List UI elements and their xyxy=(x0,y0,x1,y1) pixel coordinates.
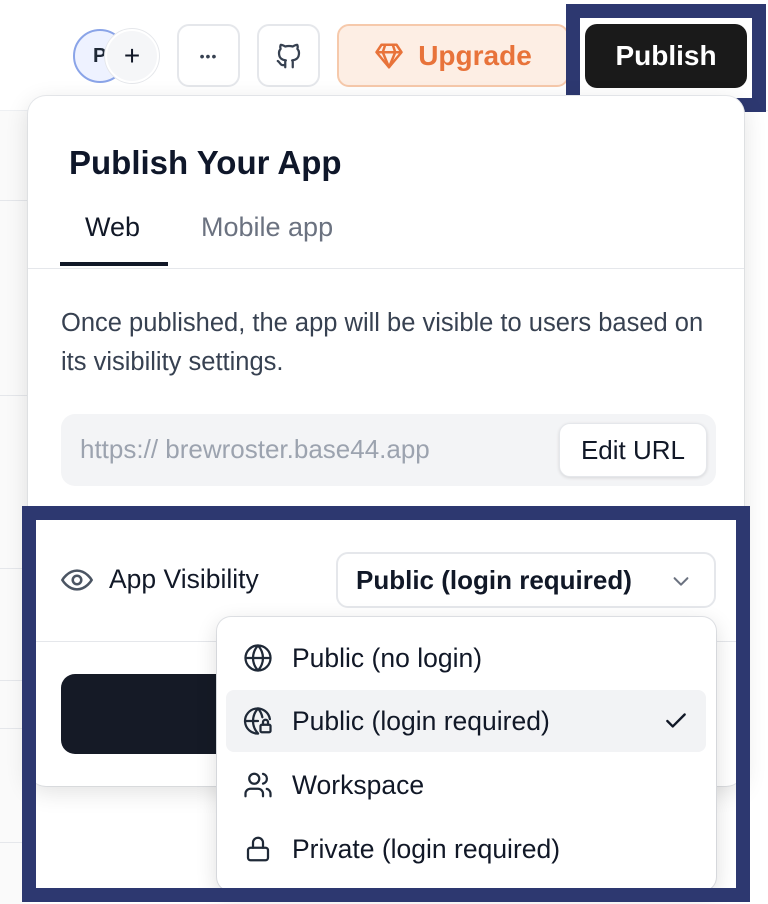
checkmark-icon xyxy=(666,713,686,728)
app-url-text: https:// brewroster.base44.app xyxy=(80,434,430,464)
users-icon xyxy=(242,769,274,801)
background-divider xyxy=(0,568,30,569)
visibility-option-public-login-required[interactable]: Public (login required) xyxy=(226,690,706,752)
upgrade-button[interactable]: Upgrade xyxy=(337,24,569,87)
option-label: Workspace xyxy=(292,769,425,800)
eye-icon xyxy=(61,569,93,591)
active-tab-indicator xyxy=(60,262,168,266)
app-visibility-label: App Visibility xyxy=(109,564,259,594)
option-label: Public (no login) xyxy=(292,642,483,673)
upgrade-label: Upgrade xyxy=(418,39,532,71)
tab-mobile-app[interactable]: Mobile app xyxy=(201,212,333,243)
tab-web[interactable]: Web xyxy=(85,212,140,243)
publish-description: Once published, the app will be visible … xyxy=(61,309,704,376)
github-button[interactable] xyxy=(257,24,320,87)
background-divider xyxy=(0,842,30,843)
visibility-option-private-login-required[interactable]: Private (login required) xyxy=(226,818,706,880)
globe-lock-icon xyxy=(242,705,274,737)
app-url-field: https:// brewroster.base44.app Edit URL xyxy=(61,414,716,486)
github-icon xyxy=(276,43,300,68)
background-divider xyxy=(0,200,30,201)
globe-icon xyxy=(242,642,274,674)
chevron-down-icon xyxy=(673,577,689,586)
option-label: Public (login required) xyxy=(292,705,550,736)
collaborators-group: P + xyxy=(73,29,163,83)
background-divider xyxy=(0,395,30,396)
visibility-select[interactable]: Public (login required) xyxy=(336,552,716,608)
lock-icon xyxy=(242,833,274,865)
more-options-button[interactable]: ••• xyxy=(177,24,240,87)
visibility-dropdown-menu: Public (no login) Public (login required… xyxy=(217,617,716,891)
visibility-selected-value: Public (login required) xyxy=(356,564,632,595)
panel-title: Publish Your App xyxy=(69,144,342,181)
visibility-option-workspace[interactable]: Workspace xyxy=(226,754,706,816)
more-icon: ••• xyxy=(199,47,218,64)
background-sidebar xyxy=(0,110,30,904)
publish-button[interactable]: Publish xyxy=(585,24,747,88)
add-collaborator-button[interactable]: + xyxy=(105,29,159,83)
visibility-option-public-no-login[interactable]: Public (no login) xyxy=(226,627,706,689)
tabs-divider xyxy=(28,268,744,269)
diamond-icon xyxy=(375,43,403,68)
option-label: Private (login required) xyxy=(292,833,561,864)
background-divider xyxy=(0,680,30,681)
background-divider xyxy=(0,728,30,729)
edit-url-button[interactable]: Edit URL xyxy=(559,423,707,477)
